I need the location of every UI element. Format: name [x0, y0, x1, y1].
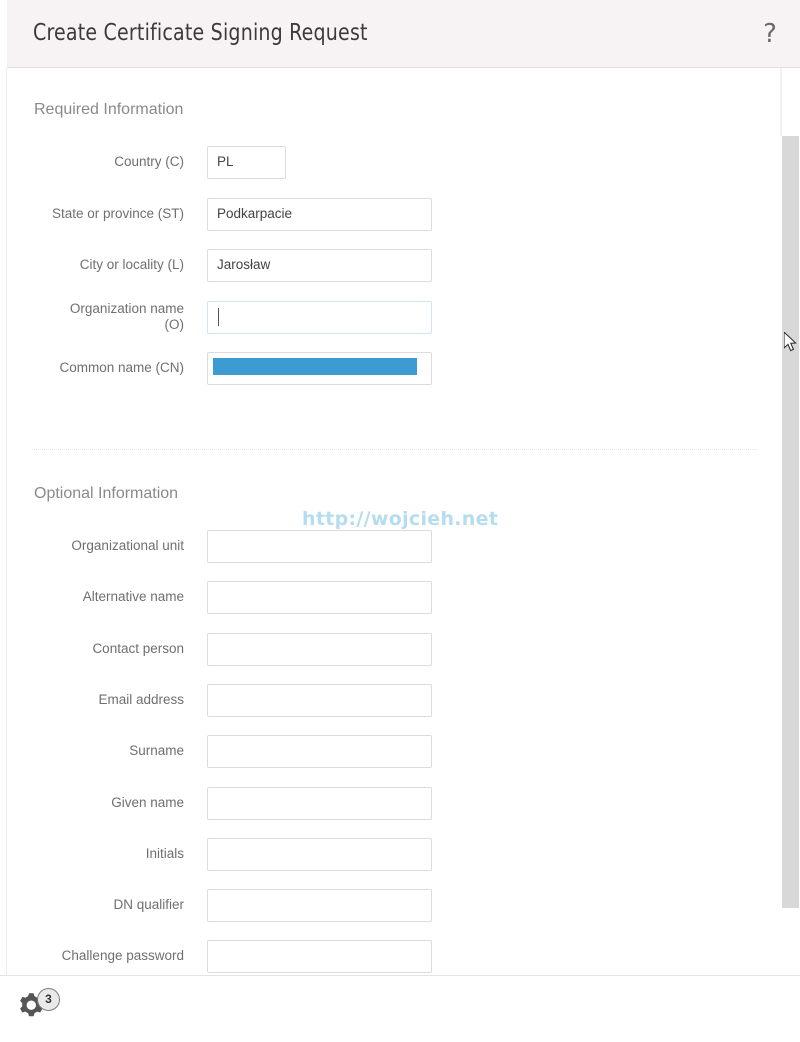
redaction-bar [213, 358, 417, 375]
form-row: City or locality (L) Jarosław [8, 249, 779, 283]
field-input[interactable] [207, 300, 432, 334]
optional-information-heading: Optional Information [34, 485, 179, 502]
field-label: Organization name (O) [69, 300, 184, 332]
changes-count-badge: 3 [37, 988, 60, 1011]
field-input[interactable] [207, 683, 432, 717]
form-row: Given name [8, 786, 779, 821]
dialog-title: Create Certificate Signing Request [33, 20, 368, 46]
field-value: Jarosław [217, 257, 271, 272]
field-label: Common name (CN) [59, 360, 184, 375]
form-row: Organizational unit [8, 530, 779, 564]
field-label: City or locality (L) [79, 257, 184, 272]
section-divider [32, 449, 757, 450]
form-row: Alternative name [8, 581, 779, 615]
field-label: Challenge password [61, 948, 184, 964]
changes-indicator[interactable]: 3 [13, 988, 67, 1030]
form-row: Common name (CN) [8, 352, 779, 386]
field-label: Surname [129, 743, 184, 759]
field-input[interactable] [207, 940, 432, 974]
field-input[interactable]: Podkarpacie [207, 197, 432, 231]
field-input[interactable]: PL [207, 146, 286, 179]
field-input[interactable] [207, 735, 432, 769]
form-row: DN qualifier [8, 889, 779, 923]
field-input[interactable] [207, 889, 432, 923]
scrollbar-thumb[interactable] [782, 136, 799, 908]
field-input[interactable] [207, 837, 432, 871]
form-row: State or province (ST) Podkarpacie [8, 197, 779, 232]
field-input[interactable] [207, 786, 432, 820]
field-label: Alternative name [82, 589, 184, 605]
field-value: PL [217, 154, 234, 169]
help-icon[interactable]: ? [759, 19, 781, 49]
field-input[interactable]: Jarosław [207, 249, 432, 282]
field-label: State or province (ST) [51, 205, 184, 221]
field-label: Contact person [92, 640, 184, 656]
form-row: Initials [8, 837, 779, 872]
field-label: Country (C) [114, 154, 184, 169]
certificate-signing-request-dialog: Create Certificate Signing Request ? Req… [0, 0, 800, 1042]
field-input[interactable] [207, 352, 432, 385]
form-row: Contact person [8, 632, 779, 667]
form-row: Challenge password [8, 940, 779, 974]
field-input[interactable] [207, 530, 432, 563]
body-left-edge [0, 68, 7, 975]
form-row: Organization name (O) [8, 300, 779, 335]
form-row: Country (C) PL [8, 146, 779, 180]
form-row: Surname [8, 735, 779, 769]
field-label: Given name [111, 794, 184, 810]
field-value: Podkarpacie [217, 205, 293, 221]
required-information-heading: Required Information [34, 101, 184, 118]
text-caret [218, 307, 219, 326]
dialog-titlebar: Create Certificate Signing Request ? [0, 0, 800, 68]
site-watermark: http://wojcieh.net [302, 508, 499, 530]
field-label: Initials [145, 845, 184, 861]
field-label: DN qualifier [113, 897, 184, 913]
titlebar-left-edge [0, 0, 7, 68]
field-label: Email address [98, 691, 184, 707]
dialog-footer: 3 Changed: City or locality (L) to "Jaro… [0, 975, 800, 1042]
field-input[interactable] [207, 632, 432, 666]
field-label: Organizational unit [71, 538, 184, 553]
field-input[interactable] [207, 581, 432, 615]
scrollbar-track[interactable] [780, 136, 800, 975]
form-row: Email address [8, 683, 779, 718]
